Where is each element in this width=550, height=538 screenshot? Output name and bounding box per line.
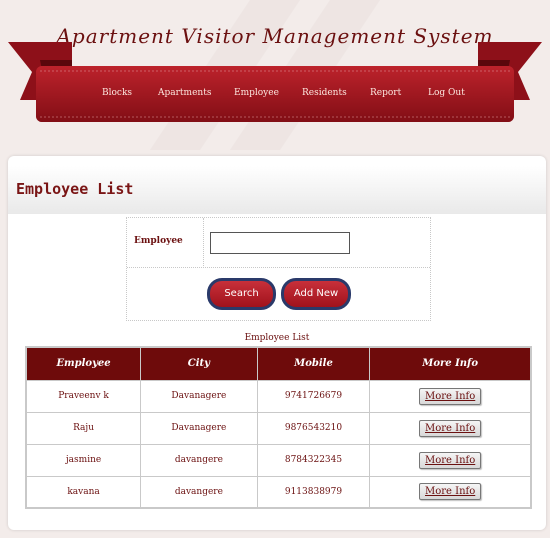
action-cell: More Info	[369, 475, 532, 509]
table-row: Praveenv k Davanagere 9741726679 More In…	[25, 379, 532, 413]
employee-mobile: 9741726679	[256, 379, 371, 413]
employee-city: davangere	[140, 475, 258, 509]
table-caption: Employee List	[244, 333, 310, 343]
employee-label: Employee	[134, 236, 183, 246]
employee-table: Employee City Mobile More Info Praveenv …	[25, 346, 532, 509]
employee-city: Davanagere	[140, 379, 258, 413]
employee-mobile: 9113838979	[256, 475, 371, 509]
column-header-city: City	[140, 346, 258, 381]
label-cell: Employee	[127, 218, 204, 268]
add-new-button[interactable]: Add New	[281, 278, 351, 310]
table-row: kavana davangere 9113838979 More Info	[25, 475, 532, 509]
employee-city: Davanagere	[140, 411, 258, 445]
table-header-row: Employee City Mobile More Info	[25, 346, 532, 381]
content-panel: Employee List Employee Search Add New Em…	[8, 156, 546, 530]
main-nav: Blocks Apartments Employee Residents Rep…	[80, 88, 480, 104]
employee-name: jasmine	[25, 443, 142, 477]
more-info-button[interactable]: More Info	[419, 419, 482, 437]
search-button[interactable]: Search	[207, 278, 276, 310]
action-cell: More Info	[369, 443, 532, 477]
more-info-button[interactable]: More Info	[419, 387, 482, 405]
column-header-mobile: Mobile	[256, 346, 371, 381]
column-header-employee: Employee	[25, 346, 142, 381]
search-form-row: Employee	[127, 218, 430, 268]
more-info-button[interactable]: More Info	[419, 451, 482, 469]
table-row: jasmine davangere 8784322345 More Info	[25, 443, 532, 477]
table-row: Raju Davanagere 9876543210 More Info	[25, 411, 532, 445]
employee-city: davangere	[140, 443, 258, 477]
more-info-button[interactable]: More Info	[419, 483, 482, 501]
page-title: Employee List	[16, 180, 134, 198]
action-cell: More Info	[369, 411, 532, 445]
ribbon-banner	[8, 42, 542, 122]
employee-name: kavana	[25, 475, 142, 509]
employee-search-input[interactable]	[210, 232, 350, 254]
site-header: Apartment Visitor Management System Bloc…	[0, 0, 550, 150]
search-form: Employee	[126, 217, 431, 321]
employee-mobile: 9876543210	[256, 411, 371, 445]
employee-name: Praveenv k	[25, 379, 142, 413]
nav-residents[interactable]: Residents	[302, 88, 347, 98]
action-cell: More Info	[369, 379, 532, 413]
employee-name: Raju	[25, 411, 142, 445]
nav-employee[interactable]: Employee	[234, 88, 279, 98]
nav-report[interactable]: Report	[370, 88, 401, 98]
nav-blocks[interactable]: Blocks	[102, 88, 132, 98]
employee-mobile: 8784322345	[256, 443, 371, 477]
nav-apartments[interactable]: Apartments	[158, 88, 211, 98]
nav-logout[interactable]: Log Out	[428, 88, 465, 98]
column-header-more-info: More Info	[369, 346, 532, 381]
